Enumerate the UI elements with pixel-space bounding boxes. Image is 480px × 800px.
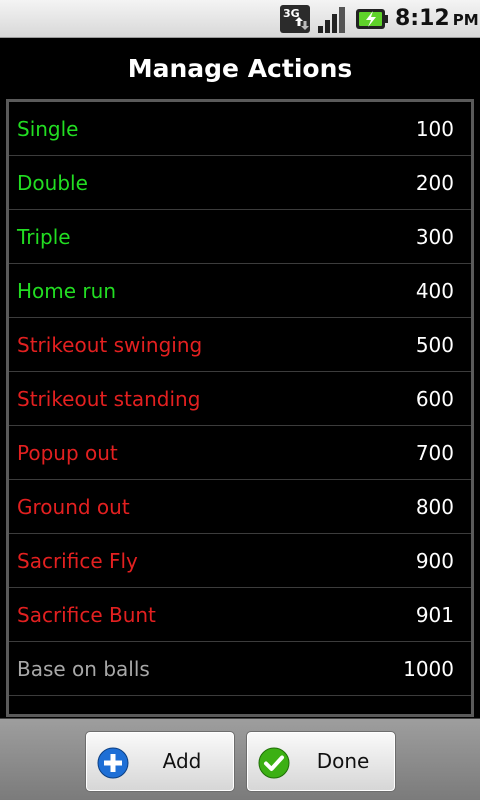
clock-time: 8:12 bbox=[395, 6, 450, 31]
checkmark-icon bbox=[258, 747, 290, 779]
action-name: Strikeout swinging bbox=[17, 333, 203, 357]
action-value: 901 bbox=[415, 603, 454, 627]
action-name: Single bbox=[17, 117, 79, 141]
signal-strength-icon bbox=[318, 7, 345, 33]
list-item[interactable]: Single 100 bbox=[9, 102, 471, 156]
3g-data-icon: 3G bbox=[280, 5, 310, 33]
action-value: 600 bbox=[415, 387, 454, 411]
bottom-button-bar: Add Done bbox=[0, 718, 480, 800]
action-value: 300 bbox=[415, 225, 454, 249]
3g-label: 3G bbox=[283, 7, 300, 20]
action-name: Triple bbox=[17, 225, 71, 249]
list-item[interactable]: Base on balls 1000 bbox=[9, 642, 471, 696]
action-name: Base on balls bbox=[17, 657, 150, 681]
list-item[interactable]: Triple 300 bbox=[9, 210, 471, 264]
action-value: 800 bbox=[415, 495, 454, 519]
action-value: 100 bbox=[415, 117, 454, 141]
status-clock: 8:12 PM bbox=[395, 4, 479, 34]
list-item[interactable]: Strikeout standing 600 bbox=[9, 372, 471, 426]
clock-ampm: PM bbox=[452, 11, 479, 29]
add-button-label: Add bbox=[162, 749, 202, 773]
action-name: Sacrifice Fly bbox=[17, 549, 138, 573]
list-item[interactable]: Double 200 bbox=[9, 156, 471, 210]
action-name: Popup out bbox=[17, 441, 118, 465]
action-value: 400 bbox=[415, 279, 454, 303]
action-value: 200 bbox=[415, 171, 454, 195]
list-item[interactable]: Sacrifice Fly 900 bbox=[9, 534, 471, 588]
list-item[interactable]: Home run 400 bbox=[9, 264, 471, 318]
list-item[interactable]: Sacrifice Bunt 901 bbox=[9, 588, 471, 642]
plus-icon bbox=[97, 747, 129, 779]
action-value: 1000 bbox=[403, 657, 454, 681]
action-name: Double bbox=[17, 171, 88, 195]
action-name: Home run bbox=[17, 279, 116, 303]
action-name: Strikeout standing bbox=[17, 387, 201, 411]
actions-list-container[interactable]: Single 100 Double 200 Triple 300 Home run 400 St… bbox=[6, 99, 474, 717]
add-button[interactable]: Add bbox=[85, 731, 235, 792]
action-value: 500 bbox=[415, 333, 454, 357]
action-value: 700 bbox=[415, 441, 454, 465]
actions-list: Single 100 Double 200 Triple 300 Home run 400 St… bbox=[9, 102, 471, 696]
list-item[interactable]: Popup out 700 bbox=[9, 426, 471, 480]
battery-charging-icon bbox=[356, 9, 388, 29]
list-item[interactable]: Ground out 800 bbox=[9, 480, 471, 534]
page-title: Manage Actions bbox=[0, 40, 480, 98]
action-value: 900 bbox=[415, 549, 454, 573]
done-button-label: Done bbox=[316, 749, 370, 773]
action-name: Ground out bbox=[17, 495, 130, 519]
done-button[interactable]: Done bbox=[246, 731, 396, 792]
action-name: Sacrifice Bunt bbox=[17, 603, 156, 627]
status-bar: 3G 8:12 PM bbox=[0, 0, 480, 38]
list-item[interactable]: Strikeout swinging 500 bbox=[9, 318, 471, 372]
